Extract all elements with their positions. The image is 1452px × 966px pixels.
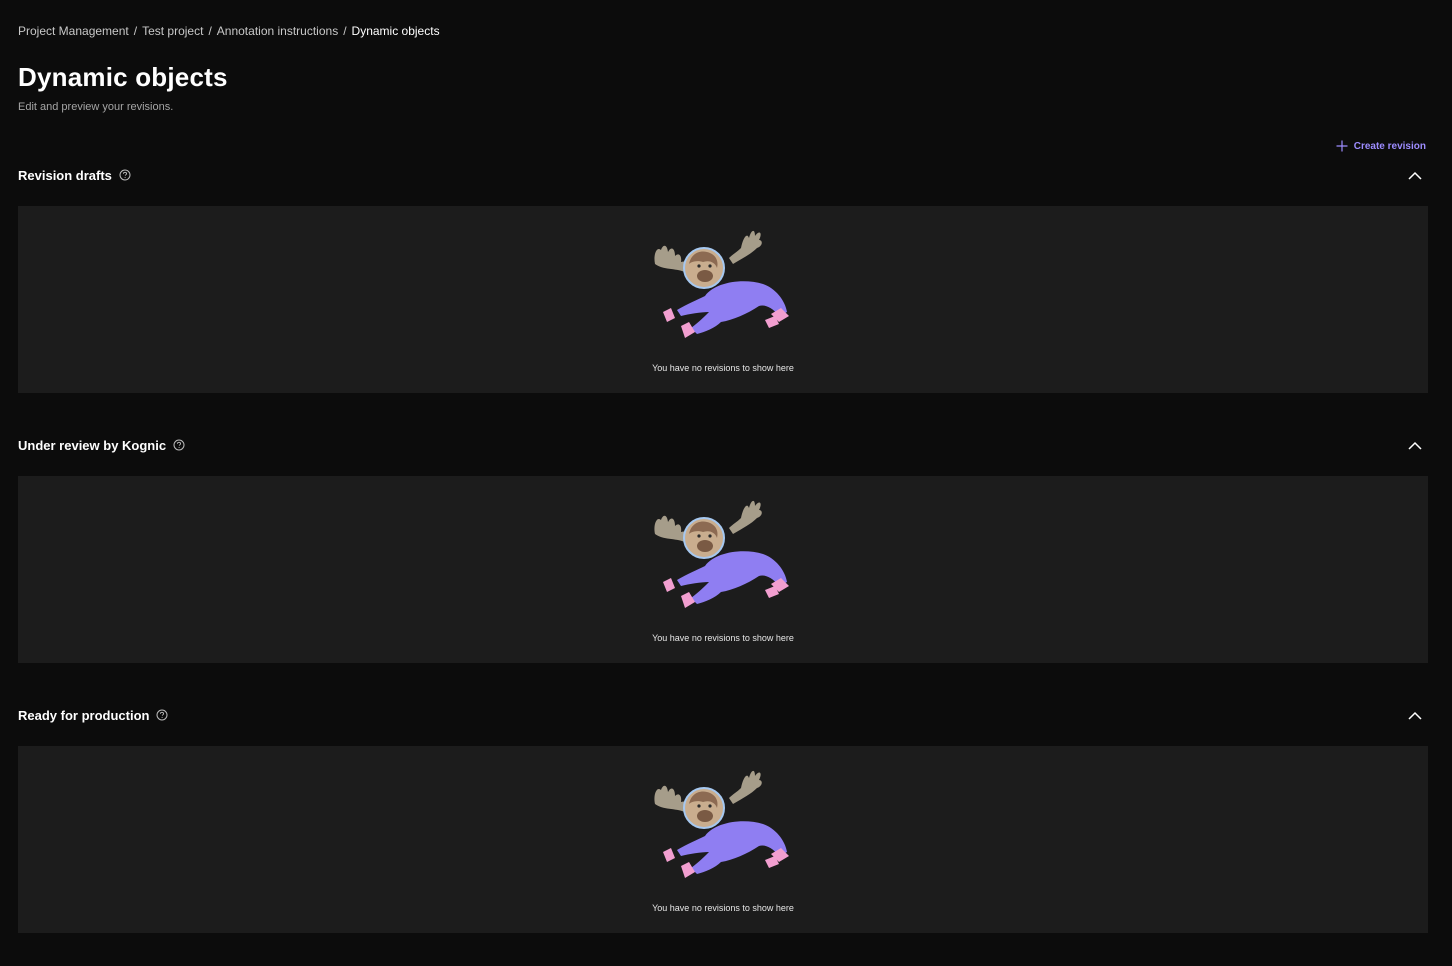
section-under-review: Under review by Kognic You have no revis…: [18, 434, 1428, 663]
create-revision-label: Create revision: [1353, 140, 1426, 152]
flying-moose-illustration: [654, 770, 789, 878]
empty-state-text: You have no revisions to show here: [652, 633, 794, 643]
chevron-up-icon[interactable]: [1408, 168, 1422, 186]
help-circle-icon[interactable]: [156, 709, 168, 721]
section-ready-for-production: Ready for production You have no revisio…: [18, 704, 1428, 933]
chevron-up-icon[interactable]: [1408, 708, 1422, 726]
breadcrumb-separator: /: [208, 24, 212, 38]
breadcrumb-annotation-instructions[interactable]: Annotation instructions: [217, 24, 338, 38]
help-circle-icon[interactable]: [173, 439, 185, 451]
section-header: Revision drafts: [18, 164, 1428, 186]
breadcrumb-current: Dynamic objects: [351, 24, 440, 38]
flying-moose-illustration: [654, 500, 789, 608]
empty-state-panel: You have no revisions to show here: [18, 476, 1428, 663]
breadcrumb: Project Management / Test project / Anno…: [18, 24, 440, 38]
empty-state-panel: You have no revisions to show here: [18, 206, 1428, 393]
breadcrumb-test-project[interactable]: Test project: [142, 24, 203, 38]
chevron-up-icon[interactable]: [1408, 438, 1422, 456]
section-title: Ready for production: [18, 707, 150, 723]
empty-state-panel: You have no revisions to show here: [18, 746, 1428, 933]
page-title: Dynamic objects: [18, 62, 228, 92]
help-circle-icon[interactable]: [119, 169, 131, 181]
create-revision-button[interactable]: Create revision: [1336, 140, 1426, 152]
section-header: Under review by Kognic: [18, 434, 1428, 456]
flying-moose-illustration: [654, 230, 789, 338]
empty-state-text: You have no revisions to show here: [652, 903, 794, 913]
section-header: Ready for production: [18, 704, 1428, 726]
breadcrumb-separator: /: [343, 24, 347, 38]
breadcrumb-project-management[interactable]: Project Management: [18, 24, 129, 38]
section-title: Revision drafts: [18, 167, 112, 183]
page-subtitle: Edit and preview your revisions.: [18, 101, 174, 113]
section-revision-drafts: Revision drafts You have no revisions to…: [18, 164, 1428, 393]
plus-icon: [1336, 140, 1348, 152]
empty-state-text: You have no revisions to show here: [652, 363, 794, 373]
breadcrumb-separator: /: [133, 24, 138, 38]
section-title: Under review by Kognic: [18, 437, 167, 453]
